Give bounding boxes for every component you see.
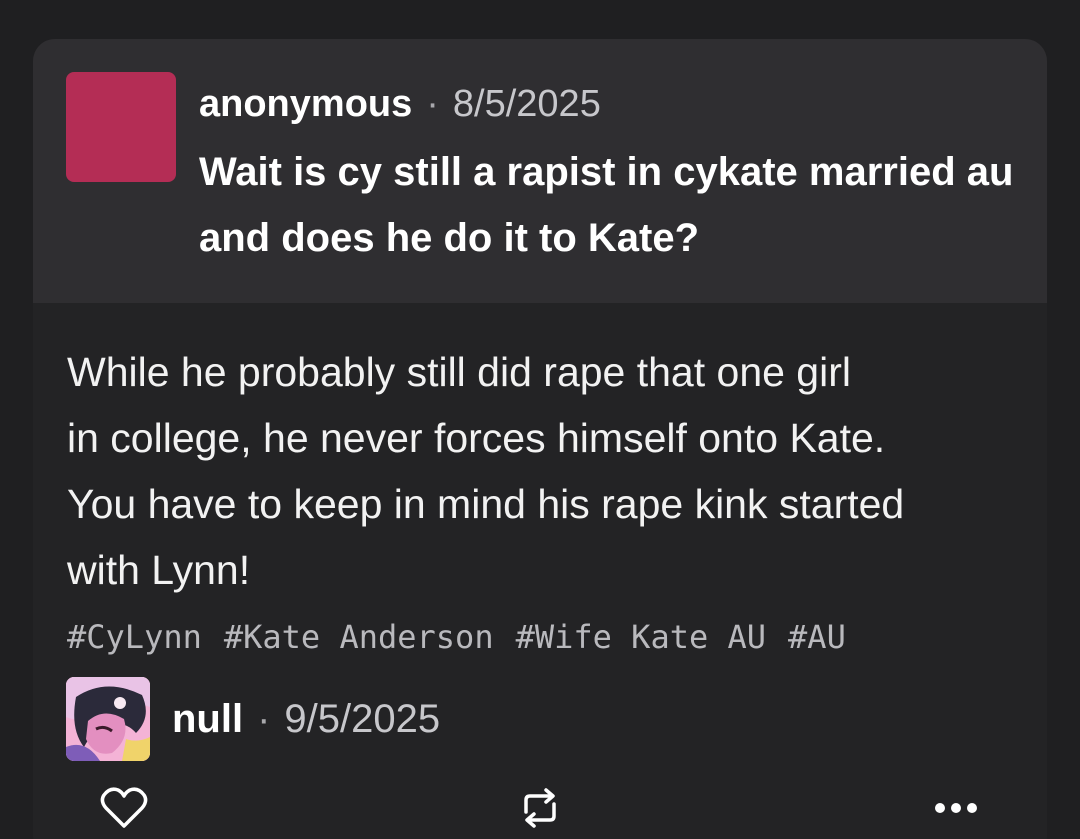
more-icon-glyph bbox=[935, 803, 977, 813]
ask-panel: anonymous · 8/5/2025 Wait is cy still a ra… bbox=[33, 39, 1047, 303]
reply-user-name[interactable]: null bbox=[172, 697, 243, 741]
answer-line: You have to keep in mind his rape kink s… bbox=[67, 481, 905, 527]
answer-line: with Lynn! bbox=[67, 547, 251, 593]
answer-line: While he probably still did rape that on… bbox=[67, 349, 851, 395]
more-icon[interactable] bbox=[930, 782, 982, 834]
answer-text: While he probably still did rape that on… bbox=[67, 339, 1017, 603]
heart-icon-glyph bbox=[100, 787, 148, 828]
separator-dot: · bbox=[257, 697, 271, 741]
reply-date: 9/5/2025 bbox=[284, 697, 441, 741]
tag-link[interactable]: #Wife Kate AU bbox=[516, 618, 766, 656]
user-avatar[interactable] bbox=[66, 677, 150, 761]
ask-date: 8/5/2025 bbox=[452, 83, 601, 125]
reblog-icon-glyph bbox=[524, 788, 556, 828]
post-card: anonymous · 8/5/2025 Wait is cy still a ra… bbox=[33, 39, 1047, 839]
separator-dot: · bbox=[426, 83, 439, 125]
tag-link[interactable]: #Kate Anderson bbox=[224, 618, 494, 656]
avatar-illustration bbox=[66, 677, 150, 761]
asker-name[interactable]: anonymous bbox=[199, 83, 412, 125]
tag-list: #CyLynn #Kate Anderson #Wife Kate AU #AU bbox=[67, 615, 868, 659]
anonymous-avatar[interactable] bbox=[66, 72, 176, 182]
heart-icon[interactable] bbox=[98, 782, 150, 834]
reply-meta: null · 9/5/2025 bbox=[172, 694, 440, 744]
reblog-icon[interactable] bbox=[514, 782, 566, 834]
ask-header: anonymous · 8/5/2025 bbox=[199, 79, 601, 129]
answer-line: in college, he never forces himself onto… bbox=[67, 415, 886, 461]
ask-question: Wait is cy still a rapist in cykate marr… bbox=[199, 150, 1014, 260]
tag-link[interactable]: #AU bbox=[788, 618, 846, 656]
tag-link[interactable]: #CyLynn bbox=[67, 618, 202, 656]
reply-header: null · 9/5/2025 bbox=[66, 677, 440, 761]
